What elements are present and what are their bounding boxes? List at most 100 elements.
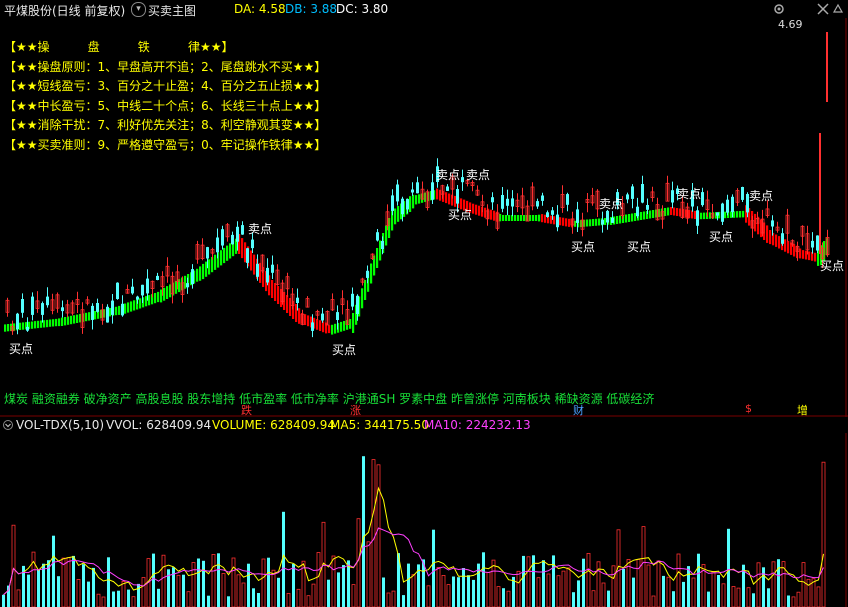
trend-bar <box>352 313 355 333</box>
trend-bar <box>436 188 439 200</box>
volume-bar <box>436 567 441 607</box>
candle-body <box>206 247 209 259</box>
volume-bar <box>37 569 40 607</box>
event-marker-increase[interactable]: 增 <box>797 402 808 418</box>
candle-body <box>231 234 234 245</box>
volume-bar <box>186 591 191 607</box>
candle-body <box>91 305 94 320</box>
window-controls <box>774 3 844 15</box>
chevron-down-icon[interactable] <box>3 420 13 430</box>
trend-bar <box>505 215 508 221</box>
volume-bar <box>66 557 71 607</box>
trend-bar <box>148 295 151 306</box>
candle-body <box>136 296 139 300</box>
volume-bar <box>666 576 671 607</box>
trend-bar <box>766 225 769 243</box>
volume-bar <box>522 555 525 607</box>
candle-body <box>816 235 819 251</box>
volume-bar <box>582 558 585 607</box>
trend-bar <box>298 308 301 324</box>
trend-bar <box>214 254 217 270</box>
trend-bar <box>565 218 568 227</box>
volume-bar <box>221 573 226 607</box>
volume-bar <box>292 563 295 607</box>
candle-body <box>336 312 339 320</box>
candle-body <box>131 286 134 294</box>
trend-bar <box>589 219 592 227</box>
volume-bar <box>96 593 101 607</box>
volume-bar <box>191 562 196 607</box>
trend-bar <box>736 211 739 218</box>
volume-bar <box>202 560 205 607</box>
volume-bar <box>556 575 561 607</box>
trend-bar <box>139 298 142 309</box>
candle-body <box>216 237 219 253</box>
indicator-name[interactable]: 买卖主图 <box>148 2 196 19</box>
settings-icon[interactable] <box>774 4 784 14</box>
trend-bar <box>445 192 448 204</box>
candle-body <box>721 203 724 222</box>
chevron-down-icon[interactable]: ▾ <box>131 2 146 17</box>
volume-bar <box>756 562 761 607</box>
ma5-line <box>3 486 824 596</box>
volume-bar <box>227 596 230 607</box>
volume-bar <box>561 570 566 607</box>
volume-bar <box>382 577 385 607</box>
trend-bar <box>724 211 727 219</box>
volume-bar <box>697 553 700 607</box>
candle-body <box>716 212 719 216</box>
trend-bar <box>562 217 565 226</box>
volume-bar <box>632 577 635 607</box>
legend-dc: DC: 3.80 <box>336 2 389 16</box>
volume-chart[interactable] <box>0 433 848 607</box>
stock-title[interactable]: 平煤股份(日线 前复权) <box>4 2 125 19</box>
volume-bar <box>586 553 591 607</box>
trend-bar <box>415 195 418 205</box>
trend-bar <box>514 215 517 221</box>
trend-bar <box>502 215 505 221</box>
volume-bar <box>52 535 55 607</box>
volume-bar <box>231 557 236 607</box>
trend-bar <box>490 209 493 220</box>
trend-bar <box>127 302 130 313</box>
volume-bar <box>31 551 36 607</box>
trend-bar <box>508 215 511 221</box>
trend-bar <box>550 215 553 224</box>
candle-body <box>246 248 249 263</box>
event-marker-fall[interactable]: 跌 <box>241 402 252 418</box>
event-marker-rise[interactable]: 涨 <box>350 402 361 418</box>
volume-bar <box>236 574 241 607</box>
buy-signal: 买点 <box>571 240 596 254</box>
buy-signal: 买点 <box>332 343 357 357</box>
trend-bar <box>634 213 637 221</box>
trend-bar <box>379 240 382 261</box>
expand-icon[interactable] <box>832 3 844 13</box>
trend-bar <box>76 314 79 323</box>
candle-body <box>266 267 269 283</box>
volume-bar <box>452 576 455 607</box>
volume-bar <box>121 580 126 607</box>
candle-body <box>511 198 514 207</box>
trend-bar <box>199 266 202 281</box>
volume-bar <box>641 526 646 607</box>
event-marker-finance[interactable]: 财 <box>573 402 584 418</box>
volume-bar <box>727 528 730 607</box>
candle-body <box>21 299 24 313</box>
event-marker-dividend[interactable]: $ <box>745 402 752 415</box>
trend-bar <box>742 210 745 218</box>
candle-body <box>381 241 384 249</box>
volume-indicator-name[interactable]: VOL-TDX(5,10) <box>16 418 104 432</box>
volume-bar <box>806 578 811 607</box>
volume-bar <box>572 592 575 607</box>
candle-body <box>771 220 774 227</box>
trend-bar <box>43 320 46 328</box>
volume-bar <box>821 461 826 607</box>
trend-bar <box>730 211 733 218</box>
candle-body <box>351 293 354 307</box>
trend-bar <box>223 247 226 264</box>
close-icon[interactable] <box>817 3 829 15</box>
volume-bar <box>306 595 311 607</box>
trend-bar <box>733 211 736 218</box>
trend-bar <box>739 211 742 218</box>
candle-body <box>536 201 539 207</box>
